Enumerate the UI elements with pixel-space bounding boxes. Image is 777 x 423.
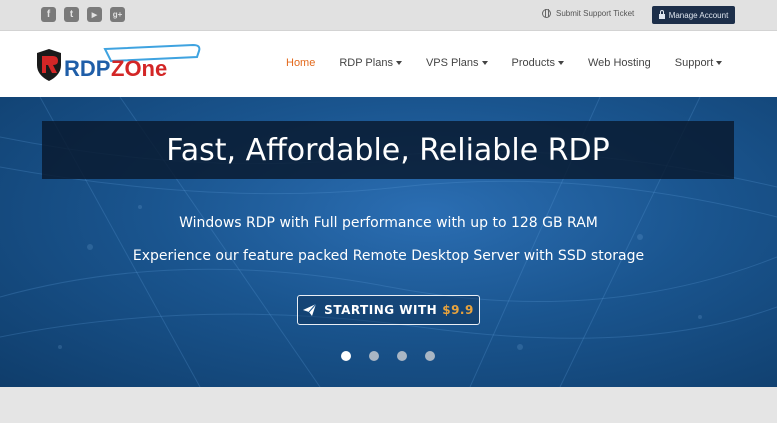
nav-home[interactable]: Home: [286, 57, 315, 69]
nav-rdp-plans-label: RDP Plans: [339, 57, 393, 69]
hero-slider: Fast, Affordable, Reliable RDP Windows R…: [0, 97, 777, 387]
twitter-icon[interactable]: t: [64, 7, 79, 22]
top-bar: f t ▶ g+ Submit Support Ticket Manage Ac…: [0, 0, 777, 31]
content-area: [0, 387, 777, 423]
caret-down-icon: [557, 61, 564, 65]
rdpzone-logo[interactable]: RDP ZOne: [33, 43, 208, 85]
nav-vps-plans[interactable]: VPS Plans: [426, 57, 488, 69]
slider-dot-3[interactable]: [397, 351, 407, 361]
lock-icon: [658, 9, 665, 19]
nav-home-label: Home: [286, 57, 316, 69]
caret-down-icon: [716, 61, 723, 65]
globe-icon: [542, 9, 551, 18]
nav-rdp-plans[interactable]: RDP Plans: [339, 57, 402, 69]
cta-price: $9.9: [442, 303, 474, 317]
nav-web-hosting-label: Web Hosting: [587, 57, 651, 69]
caret-down-icon: [395, 61, 402, 65]
cta-label: STARTING WITH: [324, 303, 438, 317]
nav-web-hosting[interactable]: Web Hosting: [588, 57, 651, 69]
nav-products-label: Products: [511, 57, 555, 69]
manage-account-button[interactable]: Manage Account: [652, 6, 735, 24]
nav-vps-plans-label: VPS Plans: [425, 57, 479, 69]
submit-ticket-label: Submit Support Ticket: [556, 9, 635, 18]
youtube-icon[interactable]: ▶: [87, 7, 102, 22]
hero-title: Fast, Affordable, Reliable RDP: [166, 132, 610, 168]
paper-plane-icon: [303, 304, 317, 316]
social-links: f t ▶ g+: [41, 7, 125, 22]
submit-ticket-link[interactable]: Submit Support Ticket: [542, 9, 634, 18]
slider-dot-1[interactable]: [341, 351, 351, 361]
manage-account-label: Manage Account: [668, 10, 729, 20]
hero-title-banner: Fast, Affordable, Reliable RDP: [42, 121, 734, 179]
main-nav: Home RDP Plans VPS Plans Products Web Ho…: [286, 57, 746, 69]
nav-support[interactable]: Support: [675, 57, 723, 69]
slider-dots: [341, 351, 435, 361]
nav-support-label: Support: [674, 57, 714, 69]
hero-subtitle-1: Windows RDP with Full performance with u…: [179, 215, 598, 231]
slider-dot-2[interactable]: [369, 351, 379, 361]
logo-text-zone: ZOne: [111, 56, 167, 81]
google-plus-icon[interactable]: g+: [110, 7, 125, 22]
facebook-icon[interactable]: f: [41, 7, 56, 22]
caret-down-icon: [481, 61, 488, 65]
site-header: RDP ZOne Home RDP Plans VPS Plans Produc…: [0, 31, 777, 97]
hero-subtitle-2: Experience our feature packed Remote Des…: [132, 248, 645, 264]
logo-text-rdp: RDP: [64, 56, 110, 81]
slider-dot-4[interactable]: [425, 351, 435, 361]
nav-products[interactable]: Products: [512, 57, 564, 69]
starting-price-button[interactable]: STARTING WITH $9.9: [297, 295, 480, 325]
